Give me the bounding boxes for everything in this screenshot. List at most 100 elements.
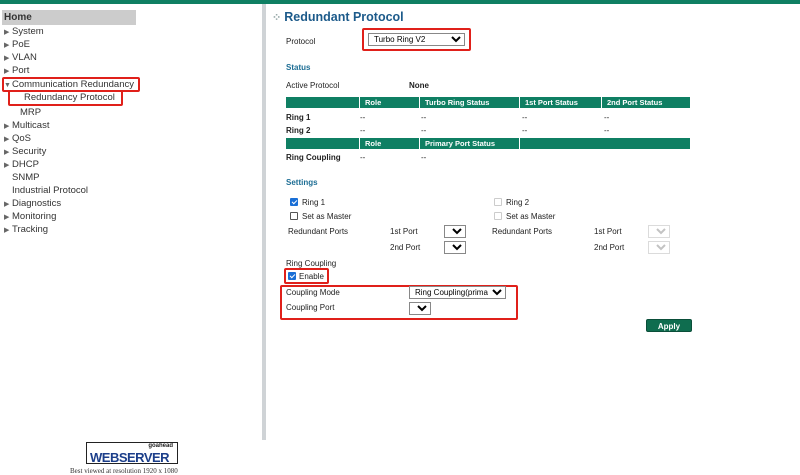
coupling-mode-select[interactable]: Ring Coupling(primary): [409, 286, 506, 299]
nav-item-tracking[interactable]: ▶ Tracking: [2, 223, 260, 236]
ring2-second-port-status: --: [604, 126, 610, 135]
nav-label: VLAN: [12, 52, 37, 63]
ring-coupling-enable-label: Enable: [299, 272, 324, 281]
nav-item-communication-redundancy[interactable]: ▼Communication Redundancy: [2, 77, 260, 92]
ring2-checkbox[interactable]: [494, 198, 502, 206]
ring2-set-master-checkbox[interactable]: [494, 212, 502, 220]
ring2-label: Ring 2: [506, 198, 530, 207]
settings-heading: Settings: [286, 178, 318, 187]
ring1-label: Ring 1: [302, 198, 326, 207]
ring-coupling-enable-checkbox[interactable]: [288, 272, 296, 280]
nav-label: SNMP: [12, 172, 40, 183]
ring1-first-port-label: 1st Port: [390, 227, 418, 236]
ring2-first-port-status: --: [522, 126, 528, 135]
ring1-set-master-label: Set as Master: [302, 212, 352, 221]
nav-label: Monitoring: [12, 211, 57, 222]
logo-goahead-text: goahead: [148, 443, 173, 449]
nav-label: DHCP: [12, 159, 39, 170]
nav-label: Port: [12, 65, 30, 76]
ring2-first-port-label: 1st Port: [594, 227, 622, 236]
nav-label: Diagnostics: [12, 198, 62, 209]
nav-label: Communication Redundancy: [12, 79, 134, 90]
ring2-row-name: Ring 2: [286, 126, 311, 135]
ring2-role: --: [360, 126, 366, 135]
nav-label: PoE: [12, 39, 30, 50]
ring2-redundant-ports-label: Redundant Ports: [492, 227, 553, 236]
nav-label: MRP: [20, 107, 42, 118]
col-first-port-status: 1st Port Status: [519, 97, 601, 108]
best-viewed-note: Best viewed at resolution 1920 x 1080: [70, 467, 178, 475]
logo-webserver-text: WEBSERVER: [90, 450, 170, 465]
page-title-text: Redundant Protocol: [284, 10, 404, 24]
ring1-turbo-status: --: [421, 113, 427, 122]
nav-item-multicast[interactable]: ▶ Multicast: [2, 119, 260, 132]
ring1-role: --: [360, 113, 366, 122]
coupling-table-header: Role Primary Port Status: [286, 138, 690, 149]
expand-arrow-icon: ▶: [4, 162, 10, 169]
nav-item-monitoring[interactable]: ▶ Monitoring: [2, 210, 260, 223]
ring2-turbo-status: --: [421, 126, 427, 135]
nav-item-port[interactable]: ▶ Port: [2, 64, 260, 77]
nav-item-security[interactable]: ▶ Security: [2, 145, 260, 158]
nav-item-diagnostics[interactable]: ▶ Diagnostics: [2, 197, 260, 210]
nav-label: Industrial Protocol: [12, 185, 89, 196]
active-protocol-value: None: [409, 81, 429, 90]
ring2-second-port-label: 2nd Port: [594, 243, 625, 252]
status-heading: Status: [286, 63, 311, 72]
main-content: ⁘ Redundant Protocol Protocol Turbo Ring …: [266, 4, 800, 472]
nav-item-redundancy-protocol[interactable]: Redundancy Protocol: [2, 90, 260, 106]
ring1-first-port-status: --: [522, 113, 528, 122]
nav-item-vlan[interactable]: ▶ VLAN: [2, 51, 260, 64]
nav-item-snmp[interactable]: SNMP: [2, 171, 260, 184]
apply-button[interactable]: Apply: [646, 319, 692, 332]
nav-item-qos[interactable]: ▶ QoS: [2, 132, 260, 145]
col-turbo-ring-status: Turbo Ring Status: [419, 97, 519, 108]
nav-label: System: [12, 26, 44, 37]
nav-highlight-box: Redundancy Protocol: [8, 90, 123, 106]
ring2-set-master-label: Set as Master: [506, 212, 556, 221]
ring1-second-port-label: 2nd Port: [390, 243, 421, 252]
ring-table-header: Role Turbo Ring Status 1st Port Status 2…: [286, 97, 690, 108]
col-empty: [519, 138, 690, 149]
ring2-first-port-select[interactable]: 1: [648, 225, 670, 238]
webserver-logo: goahead WEBSERVER: [86, 442, 178, 465]
ring1-checkbox[interactable]: [290, 198, 298, 206]
page-title: ⁘ Redundant Protocol: [272, 10, 404, 24]
ring1-set-master-checkbox[interactable]: [290, 212, 298, 220]
ring1-second-port-status: --: [604, 113, 610, 122]
col-coupling-role: Role: [359, 138, 419, 149]
expand-arrow-icon: ▶: [4, 227, 10, 234]
nav-home[interactable]: Home: [2, 10, 136, 25]
coupling-mode-label: Coupling Mode: [286, 288, 340, 297]
coupling-port-label: Coupling Port: [286, 303, 335, 312]
nav-item-system[interactable]: ▶ System: [2, 25, 260, 38]
active-protocol-label: Active Protocol: [286, 81, 340, 90]
coupling-role: --: [360, 153, 366, 162]
protocol-label: Protocol: [286, 37, 316, 46]
nav-label: Multicast: [12, 120, 50, 131]
nav-item-mrp[interactable]: MRP: [2, 106, 260, 119]
nav-tree: Home ▶ System ▶ PoE ▶ VLAN ▶ Port ▼Communica…: [2, 10, 260, 236]
nav-item-industrial-protocol[interactable]: Industrial Protocol: [2, 184, 260, 197]
ring-coupling-label: Ring Coupling: [286, 259, 337, 268]
ring-coupling-row-name: Ring Coupling: [286, 153, 341, 162]
ring1-first-port-select[interactable]: 1: [444, 225, 466, 238]
nav-item-poe[interactable]: ▶ PoE: [2, 38, 260, 51]
title-dots-icon: ⁘: [272, 12, 282, 24]
nav-label: QoS: [12, 133, 32, 144]
nav-label: Tracking: [12, 224, 49, 235]
protocol-select[interactable]: Turbo Ring V2: [368, 33, 465, 46]
col-primary-port-status: Primary Port Status: [419, 138, 519, 149]
nav-label: Redundancy Protocol: [24, 92, 115, 103]
nav-label: Security: [12, 146, 47, 157]
coupling-primary-port-status: --: [421, 153, 427, 162]
col-second-port-status: 2nd Port Status: [601, 97, 690, 108]
ring2-second-port-select[interactable]: 4: [648, 241, 670, 254]
col-role: Role: [359, 97, 419, 108]
nav-item-dhcp[interactable]: ▶ DHCP: [2, 158, 260, 171]
ring1-second-port-select[interactable]: 2: [444, 241, 466, 254]
ring1-redundant-ports-label: Redundant Ports: [288, 227, 349, 236]
sidebar: Home ▶ System ▶ PoE ▶ VLAN ▶ Port ▼Communica…: [0, 4, 262, 475]
ring1-row-name: Ring 1: [286, 113, 311, 122]
coupling-port-select[interactable]: G1: [409, 302, 431, 315]
